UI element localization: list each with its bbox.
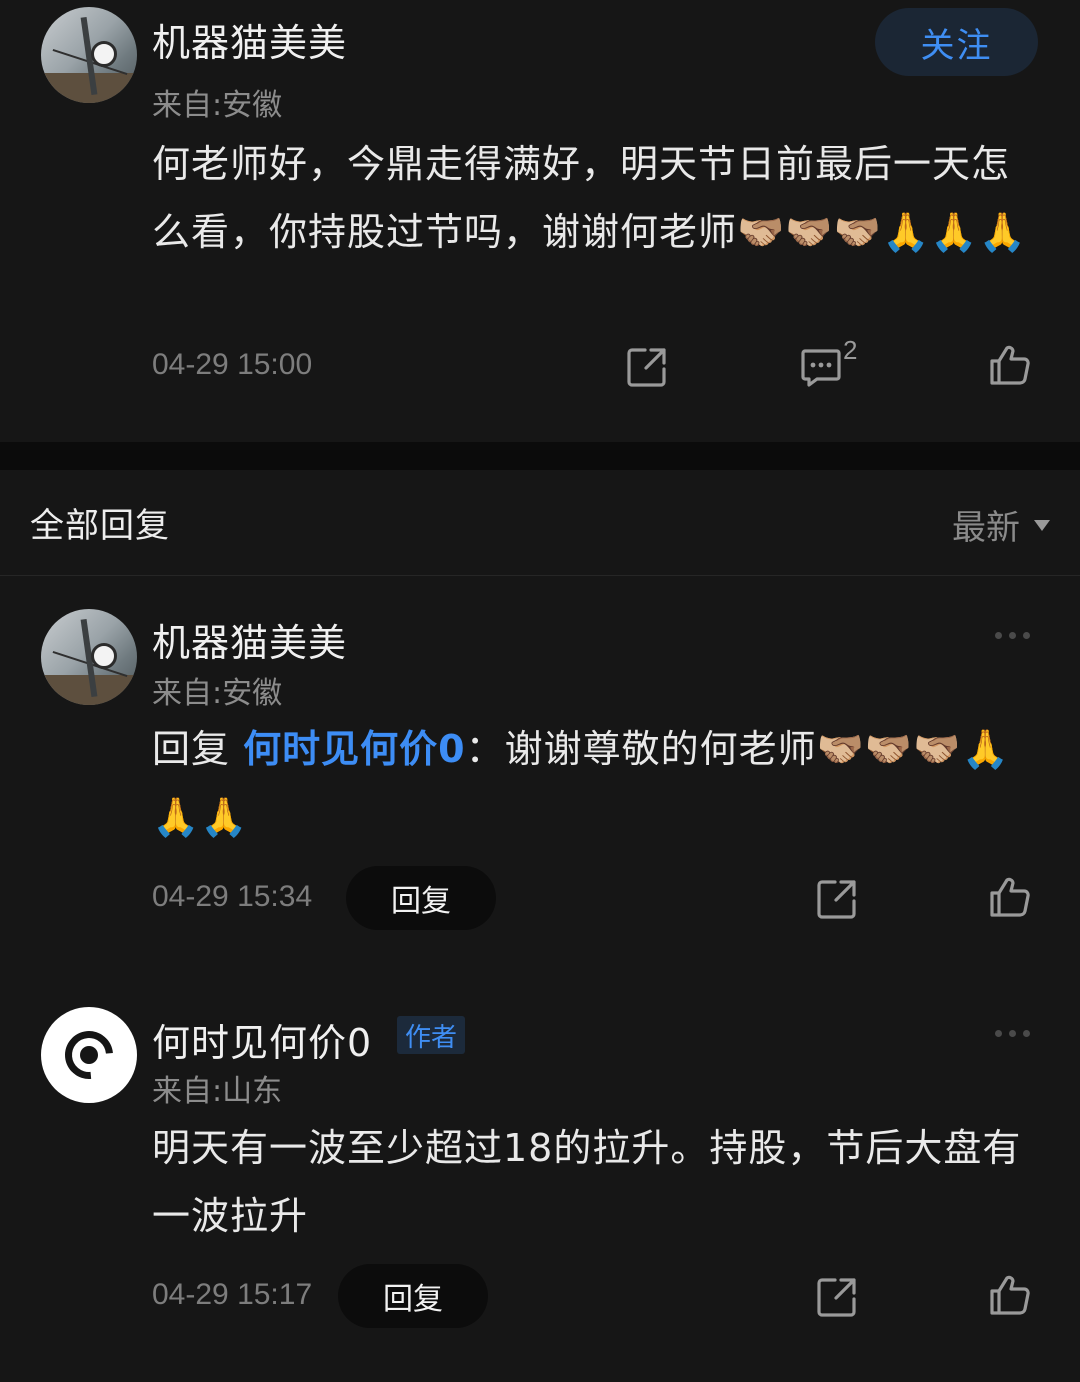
post-content: 何老师好，今鼎走得满好，明天节日前最后一天怎么看，你持股过节吗，谢谢何老师🫱🏼‍… bbox=[152, 142, 1027, 254]
replies-header: 全部回复 最新 bbox=[0, 470, 1080, 576]
like-icon[interactable] bbox=[988, 875, 1032, 919]
mention-link[interactable]: 何时见何价0 bbox=[243, 727, 465, 771]
reply-author-name[interactable]: 何时见何价0 bbox=[152, 1012, 372, 1067]
like-icon[interactable] bbox=[988, 1273, 1032, 1317]
sort-label: 最新 bbox=[952, 508, 1020, 548]
post-author-location: 来自:安徽 bbox=[152, 88, 283, 123]
avatar[interactable] bbox=[41, 7, 137, 103]
reply-button[interactable]: 回复 bbox=[346, 866, 496, 930]
avatar[interactable] bbox=[41, 609, 137, 705]
comment-icon[interactable] bbox=[799, 345, 843, 389]
sort-dropdown[interactable]: 最新 bbox=[952, 500, 1050, 549]
like-icon[interactable] bbox=[988, 343, 1032, 387]
reply-timestamp: 04-29 15:34 bbox=[152, 880, 313, 913]
avatar[interactable] bbox=[41, 1007, 137, 1103]
reply-author-name[interactable]: 机器猫美美 bbox=[152, 612, 347, 667]
caret-down-icon bbox=[1034, 520, 1050, 531]
original-post: 机器猫美美 来自:安徽 关注 何老师好，今鼎走得满好，明天节日前最后一天怎么看，… bbox=[0, 0, 1080, 442]
author-badge: 作者 bbox=[397, 1016, 466, 1054]
share-icon[interactable] bbox=[815, 877, 859, 921]
reply-content: 回复 何时见何价0：谢谢尊敬的何老师🫱🏼‍🫲🏽🫱🏼‍🫲🏽🫱🏼‍🫲🏽🙏🙏🙏 bbox=[152, 715, 1032, 851]
reply-author-location: 来自:安徽 bbox=[152, 676, 283, 711]
post-author-name[interactable]: 机器猫美美 bbox=[152, 12, 347, 67]
reply-prefix: 回复 bbox=[152, 727, 231, 771]
share-icon[interactable] bbox=[815, 1275, 859, 1319]
section-divider bbox=[0, 442, 1080, 470]
comment-count: 2 bbox=[843, 335, 858, 365]
follow-button[interactable]: 关注 bbox=[875, 8, 1038, 76]
replies-title: 全部回复 bbox=[30, 506, 170, 546]
reply-separator: ： bbox=[465, 727, 505, 771]
more-options-icon[interactable] bbox=[995, 632, 1030, 639]
more-options-icon[interactable] bbox=[995, 1030, 1030, 1037]
reply-timestamp: 04-29 15:17 bbox=[152, 1278, 313, 1311]
post-timestamp: 04-29 15:00 bbox=[152, 348, 313, 381]
reply-button[interactable]: 回复 bbox=[338, 1264, 488, 1328]
reply-author-location: 来自:山东 bbox=[152, 1074, 283, 1109]
share-icon[interactable] bbox=[625, 345, 669, 389]
reply-content: 明天有一波至少超过18的拉升。持股，节后大盘有一波拉升 bbox=[152, 1126, 1022, 1238]
